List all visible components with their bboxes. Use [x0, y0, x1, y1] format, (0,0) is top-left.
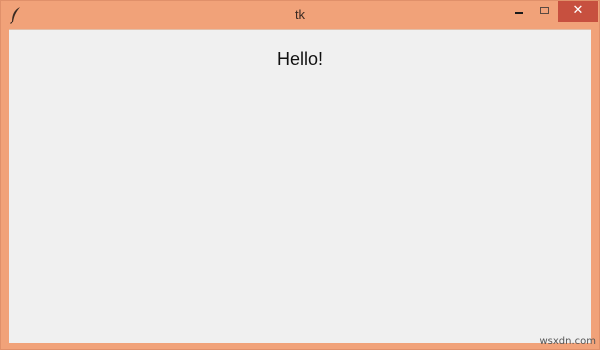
title-bar[interactable]: tk ✕: [1, 1, 599, 29]
minimize-icon: [515, 12, 523, 14]
close-icon: ✕: [572, 3, 584, 18]
window-content: Hello!: [9, 29, 591, 343]
watermark-text: wsxdn.com: [539, 336, 596, 347]
hello-label: Hello!: [276, 49, 324, 69]
maximize-button[interactable]: [532, 1, 557, 22]
minimize-button[interactable]: [506, 1, 532, 22]
close-button[interactable]: ✕: [558, 1, 598, 22]
maximize-icon: [540, 7, 549, 14]
app-window: tk ✕ Hello!: [0, 0, 600, 350]
